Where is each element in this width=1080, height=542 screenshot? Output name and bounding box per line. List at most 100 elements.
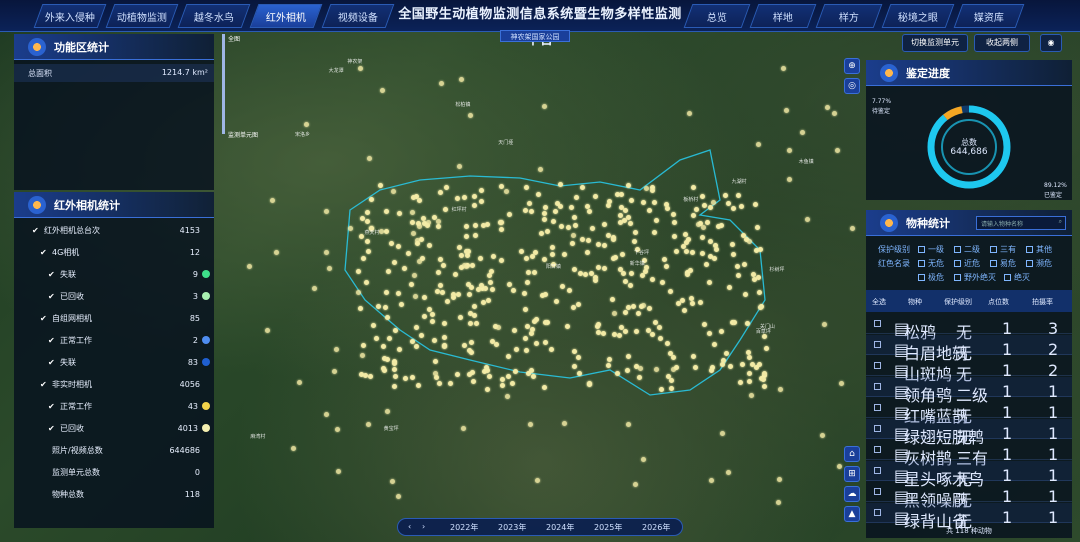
camera-point[interactable] xyxy=(568,205,574,211)
camera-point[interactable] xyxy=(303,121,309,127)
camera-point[interactable] xyxy=(364,210,370,216)
camera-point[interactable] xyxy=(707,239,713,245)
camera-point[interactable] xyxy=(745,349,751,355)
camera-point[interactable] xyxy=(437,257,443,263)
camera-point[interactable] xyxy=(569,241,575,247)
camera-point[interactable] xyxy=(406,250,411,256)
camera-point[interactable] xyxy=(671,233,677,239)
camera-point[interactable] xyxy=(575,354,581,360)
prev-year-icon[interactable]: ‹ xyxy=(408,522,411,531)
camera-point[interactable] xyxy=(269,197,275,203)
camera-point[interactable] xyxy=(664,206,670,212)
camera-point[interactable] xyxy=(630,303,636,309)
camera-point[interactable] xyxy=(437,380,443,386)
camera-point[interactable] xyxy=(532,250,538,256)
user-icon[interactable]: ◉ xyxy=(1040,34,1062,52)
camera-point[interactable] xyxy=(701,321,707,327)
camera-point[interactable] xyxy=(708,367,714,373)
camera-point[interactable] xyxy=(761,371,767,377)
camera-point[interactable] xyxy=(386,268,392,274)
camera-point[interactable] xyxy=(663,263,669,269)
layers-icon[interactable]: ▲ xyxy=(844,506,860,522)
camera-point[interactable] xyxy=(471,193,477,199)
camera-point[interactable] xyxy=(638,365,644,371)
camera-point[interactable] xyxy=(365,218,371,224)
camera-point[interactable] xyxy=(651,200,657,206)
camera-point[interactable] xyxy=(533,341,539,347)
camera-point[interactable] xyxy=(586,208,592,214)
camera-point[interactable] xyxy=(756,289,762,295)
camera-point[interactable] xyxy=(729,241,735,247)
camera-point[interactable] xyxy=(601,221,607,227)
camera-point[interactable] xyxy=(754,224,760,230)
camera-point[interactable] xyxy=(421,294,427,300)
camera-point[interactable] xyxy=(384,314,390,320)
camera-point[interactable] xyxy=(380,87,386,93)
camera-point[interactable] xyxy=(380,365,386,371)
check-icon[interactable]: ✔ xyxy=(48,270,55,279)
row-checkbox[interactable] xyxy=(874,383,881,390)
row-checkbox[interactable] xyxy=(874,467,881,474)
camera-point[interactable] xyxy=(689,249,695,255)
camera-point[interactable] xyxy=(413,293,419,299)
camera-point[interactable] xyxy=(383,208,389,214)
camera-point[interactable] xyxy=(564,324,570,330)
camera-point[interactable] xyxy=(626,182,632,188)
nav-sample-plot[interactable]: 样地 xyxy=(749,4,817,28)
camera-point[interactable] xyxy=(602,265,608,271)
camera-point[interactable] xyxy=(451,291,457,297)
camera-point[interactable] xyxy=(764,345,770,351)
species-search-input[interactable]: 请输入物种名称 ⌕ xyxy=(976,216,1066,230)
filter-red-ew[interactable]: 野外绝灭 xyxy=(954,272,996,283)
camera-point[interactable] xyxy=(565,225,571,231)
nav-invasive-species[interactable]: 外来入侵种 xyxy=(33,4,107,28)
camera-stat-row[interactable]: ✔ 红外相机总台次 4153 xyxy=(14,220,214,240)
camera-point[interactable] xyxy=(787,147,792,153)
row-checkbox[interactable] xyxy=(874,446,881,453)
map-layer-icon[interactable]: ◎ xyxy=(844,78,860,94)
camera-point[interactable] xyxy=(481,222,487,228)
filter-red-cr[interactable]: 极危 xyxy=(918,272,944,283)
camera-point[interactable] xyxy=(357,306,363,312)
camera-point[interactable] xyxy=(548,346,554,352)
camera-point[interactable] xyxy=(426,243,432,249)
camera-point[interactable] xyxy=(496,324,502,330)
camera-stat-row[interactable]: 监测单元总数 0 xyxy=(14,462,214,482)
camera-point[interactable] xyxy=(670,366,676,372)
camera-point[interactable] xyxy=(463,223,469,229)
camera-point[interactable] xyxy=(524,255,530,261)
camera-point[interactable] xyxy=(666,373,672,379)
camera-point[interactable] xyxy=(505,354,511,360)
camera-point[interactable] xyxy=(736,192,742,198)
camera-point[interactable] xyxy=(484,386,490,392)
camera-point[interactable] xyxy=(557,203,563,209)
cloud-icon[interactable]: ☁ xyxy=(844,486,860,502)
camera-point[interactable] xyxy=(619,251,625,257)
camera-point[interactable] xyxy=(335,469,341,474)
camera-point[interactable] xyxy=(760,376,766,382)
year-2022[interactable]: 2022年 xyxy=(450,522,478,533)
camera-stat-row[interactable]: 物种总数 118 xyxy=(14,484,214,504)
camera-point[interactable] xyxy=(531,318,537,324)
filter-level-2[interactable]: 二级 xyxy=(954,244,980,255)
camera-point[interactable] xyxy=(311,285,317,291)
camera-stat-row[interactable]: 照片/视频总数 644686 xyxy=(14,440,214,460)
camera-point[interactable] xyxy=(646,306,652,311)
camera-point[interactable] xyxy=(426,307,432,313)
switch-unit-button[interactable]: 切换监测单元 xyxy=(902,34,968,52)
species-row[interactable]: ▤ 白眉地鸫无 1 2 xyxy=(866,335,1072,363)
camera-stat-row[interactable]: ✔ 4G相机 12 xyxy=(14,242,214,262)
filter-red-vu[interactable]: 易危 xyxy=(990,258,1016,269)
camera-point[interactable] xyxy=(528,331,534,336)
next-year-icon[interactable]: › xyxy=(422,522,425,531)
camera-point[interactable] xyxy=(618,192,624,198)
camera-point[interactable] xyxy=(653,217,659,223)
camera-point[interactable] xyxy=(576,371,582,377)
camera-point[interactable] xyxy=(360,342,366,348)
camera-point[interactable] xyxy=(756,361,762,367)
species-row[interactable]: ▤ 黑领噪鹛无 1 1 xyxy=(866,482,1072,510)
camera-point[interactable] xyxy=(571,267,577,273)
species-row[interactable]: ▤ 灰树鹊 三有 1 1 xyxy=(866,440,1072,468)
year-2025[interactable]: 2025年 xyxy=(594,522,622,533)
camera-point[interactable] xyxy=(479,187,485,193)
